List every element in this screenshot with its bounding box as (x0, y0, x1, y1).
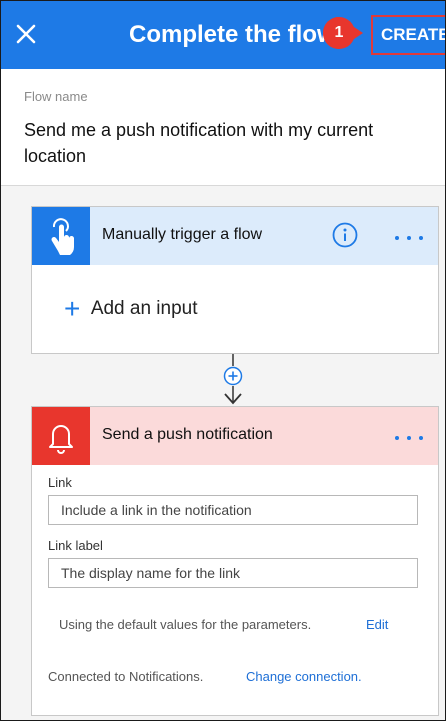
link-field-label: Link (48, 475, 72, 490)
default-values-note: Using the default values for the paramet… (59, 617, 312, 632)
push-notification-card-header[interactable]: Send a push notification (32, 407, 438, 465)
notification-icon-tile (32, 407, 90, 465)
connection-status: Connected to Notifications. (48, 669, 204, 684)
trigger-more-button[interactable] (392, 229, 426, 249)
trigger-icon-tile (32, 207, 90, 265)
flow-name-section: Flow name Send me a push notification wi… (1, 69, 445, 186)
add-circle-icon (223, 366, 243, 386)
trigger-card-header[interactable]: Manually trigger a flow (32, 207, 438, 265)
link-label-input[interactable] (48, 558, 418, 588)
edit-link[interactable]: Edit (366, 617, 388, 632)
change-connection-link[interactable]: Change connection. (246, 669, 362, 684)
step-badge: 1 (315, 15, 363, 51)
close-icon (16, 24, 36, 44)
trigger-title: Manually trigger a flow (102, 226, 263, 243)
step-number: 1 (334, 24, 344, 41)
link-label-field-label: Link label (48, 538, 103, 553)
more-horizontal-icon (395, 236, 423, 240)
trigger-card: Manually trigger a flow + Add an input (31, 206, 439, 354)
add-input-button[interactable]: + Add an input (64, 295, 198, 323)
flow-connector (215, 354, 251, 406)
header-bar: Complete the flow 1 CREATE (1, 1, 445, 69)
close-button[interactable] (11, 19, 41, 49)
push-notification-title: Send a push notification (102, 426, 273, 443)
info-icon (332, 222, 358, 248)
bell-icon (49, 425, 73, 454)
complete-flow-screen: Complete the flow 1 CREATE Flow name Sen… (0, 0, 446, 721)
flow-name-label: Flow name (24, 89, 88, 104)
link-input[interactable] (48, 495, 418, 525)
info-button[interactable] (332, 222, 358, 248)
notification-more-button[interactable] (392, 429, 426, 449)
flow-name-field[interactable]: Send me a push notification with my curr… (24, 117, 424, 169)
insert-step-button[interactable] (223, 366, 243, 386)
hand-tap-icon (51, 218, 75, 255)
plus-icon: + (64, 293, 81, 324)
create-button[interactable]: CREATE (371, 15, 445, 55)
more-horizontal-icon (395, 436, 423, 440)
push-notification-card: Send a push notification Link Link label… (31, 406, 439, 716)
add-input-label: Add an input (90, 298, 198, 319)
